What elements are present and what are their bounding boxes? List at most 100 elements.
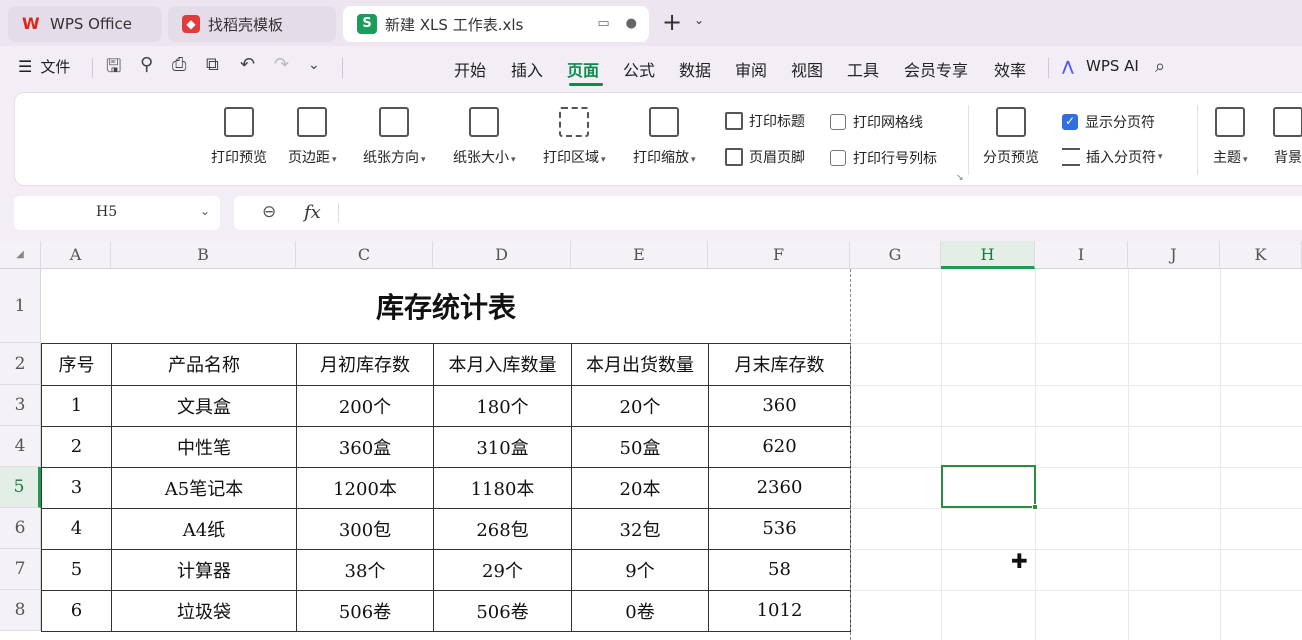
table-cell[interactable]: 4 (41, 507, 112, 550)
table-cell[interactable]: 506卷 (296, 589, 434, 632)
orientation-button[interactable]: 纸张方向 ▾ (363, 107, 426, 167)
row-header-1[interactable]: 1 (0, 269, 41, 343)
chevron-down-icon[interactable]: ⌄ (200, 204, 210, 218)
dialog-launcher-icon[interactable]: ↘ (956, 173, 964, 183)
table-cell[interactable]: 1012 (708, 589, 851, 632)
print-scale-button[interactable]: 打印缩放 ▾ (633, 107, 696, 167)
header-cell[interactable]: 本月入库数量 (433, 342, 572, 386)
table-cell[interactable]: 29个 (433, 548, 572, 591)
name-box[interactable]: H5 ⌄ (14, 196, 220, 230)
print-area-button[interactable]: 打印区域 ▾ (543, 107, 606, 167)
tab-docer-templates[interactable]: ◆ 找稻壳模板 (168, 6, 336, 42)
table-cell[interactable]: 50盒 (571, 425, 709, 468)
tab-data[interactable]: 数据 (679, 57, 711, 81)
table-cell[interactable]: 中性笔 (111, 425, 297, 468)
print-preview-quick-icon[interactable]: ⧉ (206, 54, 219, 75)
row-header-3[interactable]: 3 (0, 385, 41, 426)
column-header-c[interactable]: C (296, 241, 433, 269)
tab-current-workbook[interactable]: S 新建 XLS 工作表.xls ▭ ● (343, 6, 649, 42)
table-cell[interactable]: 506卷 (433, 589, 572, 632)
search-icon[interactable]: ⌕ (1155, 56, 1165, 77)
chevron-down-icon[interactable]: ⌄ (694, 13, 704, 27)
table-cell[interactable]: 0卷 (571, 589, 709, 632)
header-cell[interactable]: 本月出货数量 (571, 342, 709, 386)
new-tab-plus-icon[interactable]: + (662, 10, 682, 34)
table-cell[interactable]: 620 (708, 425, 851, 468)
column-header-d[interactable]: D (433, 241, 571, 269)
table-cell[interactable]: 3 (41, 466, 112, 509)
file-menu-button[interactable]: ☰ 文件 (18, 56, 70, 77)
table-cell[interactable]: 9个 (571, 548, 709, 591)
show-page-breaks-checkbox[interactable]: ✓ 显示分页符 (1062, 112, 1155, 132)
table-cell[interactable]: 268包 (433, 507, 572, 550)
header-cell[interactable]: 产品名称 (111, 342, 297, 386)
undo-icon[interactable]: ↶ (240, 54, 255, 75)
insert-page-break-button[interactable]: 插入分页符 ▾ (1062, 147, 1163, 167)
unsaved-dot-icon[interactable]: ● (626, 16, 637, 31)
table-cell[interactable]: 1 (41, 384, 112, 427)
table-cell[interactable]: 32包 (571, 507, 709, 550)
share-icon[interactable]: ⚲ (140, 54, 153, 75)
paper-size-button[interactable]: 纸张大小 ▾ (453, 107, 516, 167)
page-break-preview-button[interactable]: 分页预览 (983, 107, 1039, 167)
table-cell[interactable]: 文具盒 (111, 384, 297, 427)
table-cell[interactable]: 200个 (296, 384, 434, 427)
table-cell[interactable]: 536 (708, 507, 851, 550)
column-header-k[interactable]: K (1220, 241, 1302, 269)
print-icon[interactable]: ⎙ (172, 54, 186, 75)
print-gridlines-checkbox[interactable]: 打印网格线 (830, 112, 923, 132)
tab-member[interactable]: 会员专享 (904, 57, 968, 81)
table-cell[interactable]: 58 (708, 548, 851, 591)
table-cell[interactable]: 20个 (571, 384, 709, 427)
print-preview-button[interactable]: 打印预览 (211, 107, 267, 167)
table-cell[interactable]: 180个 (433, 384, 572, 427)
table-cell[interactable]: 2360 (708, 466, 851, 509)
theme-button[interactable]: 主题 ▾ (1213, 107, 1248, 167)
column-header-e[interactable]: E (571, 241, 708, 269)
header-cell[interactable]: 序号 (41, 342, 112, 386)
table-cell[interactable]: 310盒 (433, 425, 572, 468)
table-cell[interactable]: 360盒 (296, 425, 434, 468)
row-header-4[interactable]: 4 (0, 426, 41, 467)
header-footer-button[interactable]: 页眉页脚 (725, 147, 805, 167)
table-cell[interactable]: 5 (41, 548, 112, 591)
row-header-6[interactable]: 6 (0, 508, 41, 549)
column-header-i[interactable]: I (1035, 241, 1128, 269)
tab-tools[interactable]: 工具 (847, 57, 879, 81)
print-row-col-headers-checkbox[interactable]: 打印行号列标 (830, 148, 937, 168)
wps-ai-button[interactable]: ⋀ WPS AI (1062, 57, 1139, 75)
table-cell[interactable]: 垃圾袋 (111, 589, 297, 632)
selected-cell[interactable] (941, 465, 1038, 510)
column-header-b[interactable]: B (111, 241, 296, 269)
row-header-8[interactable]: 8 (0, 590, 41, 631)
row-header-7[interactable]: 7 (0, 549, 41, 590)
tab-insert[interactable]: 插入 (511, 57, 543, 81)
tab-formulas[interactable]: 公式 (623, 57, 655, 81)
column-header-j[interactable]: J (1128, 241, 1220, 269)
column-header-f[interactable]: F (708, 241, 850, 269)
monitor-icon[interactable]: ▭ (597, 16, 609, 31)
table-cell[interactable]: 38个 (296, 548, 434, 591)
table-cell[interactable]: 计算器 (111, 548, 297, 591)
table-cell[interactable]: 1180本 (433, 466, 572, 509)
table-cell[interactable]: A4纸 (111, 507, 297, 550)
select-all-corner[interactable]: ◢ (0, 241, 41, 269)
column-header-h[interactable]: H (941, 241, 1035, 269)
tab-review[interactable]: 审阅 (735, 57, 767, 81)
background-button[interactable]: 背景 (1273, 107, 1302, 167)
quick-access-more-chevron-icon[interactable]: ⌄ (308, 57, 320, 73)
table-cell[interactable]: 1200本 (296, 466, 434, 509)
table-cell[interactable]: 6 (41, 589, 112, 632)
table-cell[interactable]: 2 (41, 425, 112, 468)
function-icon[interactable]: fx (304, 202, 321, 223)
tab-home[interactable]: 开始 (454, 57, 486, 81)
table-cell[interactable]: 300包 (296, 507, 434, 550)
redo-icon[interactable]: ↷ (274, 54, 289, 75)
formula-input[interactable]: ⊖ fx (234, 196, 1302, 230)
table-cell[interactable]: A5笔记本 (111, 466, 297, 509)
fill-handle[interactable] (1032, 504, 1038, 510)
table-title[interactable]: 库存统计表 (41, 269, 851, 343)
tab-wps-office[interactable]: W WPS Office (8, 6, 162, 42)
header-cell[interactable]: 月末库存数 (708, 342, 851, 386)
row-header-5[interactable]: 5 (0, 467, 41, 508)
